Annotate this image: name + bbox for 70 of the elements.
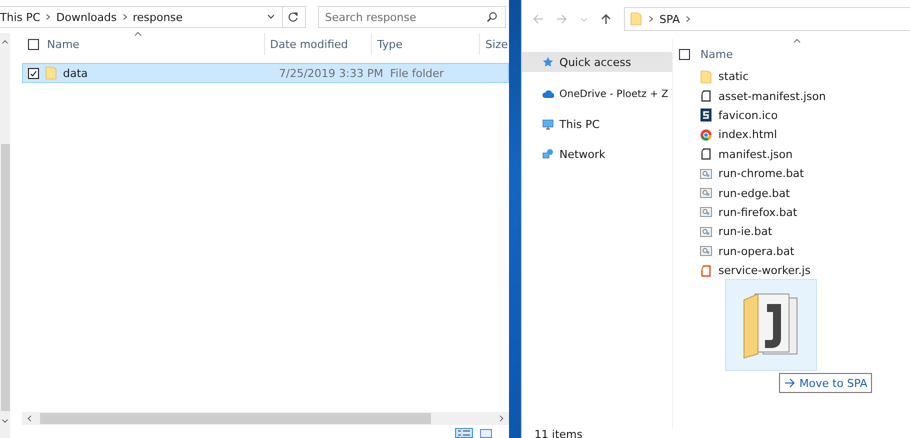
- arrow-right-icon: [784, 377, 796, 389]
- scroll-left-icon[interactable]: [26, 415, 34, 422]
- file-name[interactable]: service-worker.js: [718, 264, 811, 278]
- nav-item[interactable]: Quick access: [522, 52, 672, 72]
- column-header[interactable]: Name: [700, 48, 733, 60]
- vertical-scrollbar[interactable]: [0, 33, 10, 438]
- chevron-right-icon[interactable]: [648, 15, 654, 23]
- scrollbar-thumb[interactable]: [0, 144, 10, 411]
- column-header[interactable]: Name: [47, 38, 80, 50]
- document-icon: [700, 264, 712, 278]
- search-icon: [486, 11, 498, 23]
- breadcrumb-item[interactable]: This PC: [0, 10, 40, 24]
- nav-item[interactable]: This PC: [522, 114, 672, 134]
- computer-icon: [542, 117, 554, 131]
- document-icon: [700, 89, 712, 104]
- breadcrumb-item[interactable]: SPA: [659, 12, 680, 26]
- star-icon: [542, 55, 554, 69]
- column-header[interactable]: Size: [485, 38, 508, 50]
- file-row[interactable]: data 7/25/2019 3:33 PM File folder: [22, 63, 510, 83]
- scroll-right-icon[interactable]: [497, 415, 506, 422]
- refresh-icon[interactable]: [287, 11, 299, 23]
- chevron-right-icon[interactable]: [684, 15, 691, 23]
- file-type: File folder: [390, 66, 444, 80]
- nav-label: This PC: [559, 118, 600, 130]
- network-icon: [542, 147, 554, 161]
- file-name[interactable]: static: [718, 70, 749, 84]
- sort-caret-icon: [134, 30, 142, 37]
- file-name[interactable]: run-chrome.bat: [718, 167, 804, 180]
- address-bar[interactable]: This PC Downloads response: [0, 6, 306, 28]
- up-arrow-icon[interactable]: [600, 13, 612, 25]
- file-name[interactable]: run-edge.bat: [718, 186, 790, 200]
- file-name[interactable]: index.html: [718, 128, 778, 142]
- details-view-icon[interactable]: [455, 428, 474, 438]
- date-modified: 7/25/2019 3:33 PM: [279, 66, 384, 80]
- nav-item[interactable]: OneDrive - Ploetz + Z: [522, 84, 672, 104]
- address-bar[interactable]: SPA: [624, 7, 910, 31]
- chevron-right-icon[interactable]: [45, 13, 52, 21]
- breadcrumb-item[interactable]: response: [132, 10, 183, 24]
- search-field[interactable]: Search response: [318, 6, 506, 28]
- select-all-checkbox[interactable]: [679, 48, 690, 60]
- horizontal-scrollbar[interactable]: [22, 412, 510, 425]
- file-name: data: [63, 66, 88, 80]
- nav-label: Quick access: [559, 56, 632, 68]
- file-name[interactable]: asset-manifest.json: [718, 90, 826, 103]
- breadcrumb-item[interactable]: Downloads: [56, 10, 117, 24]
- column-header[interactable]: Type: [377, 38, 402, 50]
- file-name[interactable]: run-ie.bat: [718, 225, 772, 238]
- file-name[interactable]: run-opera.bat: [718, 244, 794, 258]
- row-checkbox[interactable]: [28, 68, 39, 78]
- nav-label: Network: [559, 148, 606, 160]
- scroll-down-icon[interactable]: [1, 417, 9, 424]
- s-logo-icon: [700, 108, 712, 122]
- column-header[interactable]: Date modified: [270, 38, 348, 50]
- file-name[interactable]: run-firefox.bat: [718, 206, 798, 219]
- tooltip-text: Move to SPA: [799, 376, 868, 390]
- browser-icon: [700, 128, 712, 142]
- chevron-right-icon[interactable]: [122, 13, 128, 21]
- folder-icon: [45, 66, 57, 80]
- document-icon: [700, 147, 712, 162]
- folder-icon: [630, 12, 642, 26]
- sort-caret-icon: [793, 37, 802, 44]
- file-name[interactable]: favicon.ico: [718, 108, 778, 122]
- status-text: 11 items: [533, 428, 584, 438]
- nav-item[interactable]: Network: [522, 144, 672, 164]
- folder-icon: [700, 70, 712, 84]
- scrollbar-thumb[interactable]: [40, 413, 432, 424]
- select-all-checkbox[interactable]: [28, 38, 39, 50]
- nav-label: OneDrive - Ploetz + Z: [559, 88, 668, 100]
- file-name[interactable]: manifest.json: [718, 148, 793, 161]
- scroll-up-icon[interactable]: [1, 39, 9, 46]
